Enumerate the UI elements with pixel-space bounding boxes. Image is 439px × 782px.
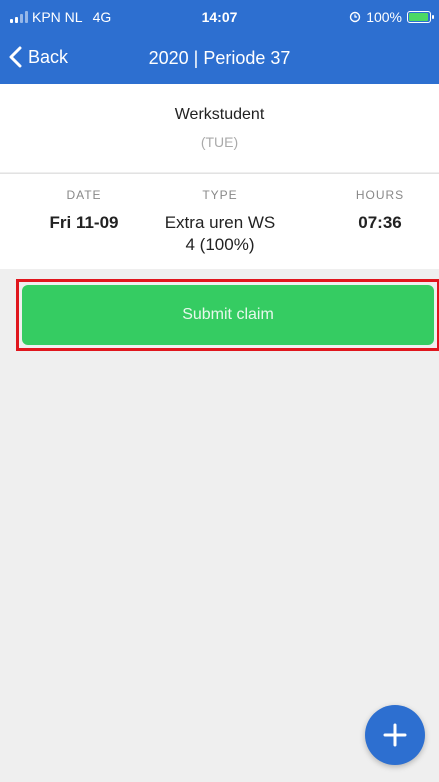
type-column: TYPE Extra uren WS 4 (100%) <box>145 188 295 256</box>
hours-header: HOURS <box>355 188 405 202</box>
hours-column: HOURS 07:36 <box>330 188 430 234</box>
plus-icon <box>383 723 407 747</box>
type-line-2: 4 (100%) <box>185 235 255 254</box>
battery-percent: 100% <box>366 9 402 25</box>
alarm-icon <box>349 11 361 23</box>
date-header: DATE <box>66 188 102 202</box>
type-header: TYPE <box>202 188 238 202</box>
battery-icon <box>407 11 434 23</box>
status-right: 100% <box>349 9 434 25</box>
submit-highlight: Submit claim <box>16 279 439 351</box>
screen: KPN NL 4G 14:07 100% Back 2020 | Periode <box>0 0 439 782</box>
date-value: Fri 11-09 <box>49 213 119 232</box>
hours-entry-row[interactable]: DATE Fri 11-09 TYPE Extra uren WS 4 (100… <box>0 173 439 269</box>
type-value: Extra uren WS 4 (100%) <box>145 212 295 256</box>
nav-bar: Back 2020 | Periode 37 <box>0 36 439 84</box>
job-subtitle: (TUE) <box>200 134 239 150</box>
job-header: Werkstudent (TUE) <box>0 84 439 172</box>
hours-value: 07:36 <box>358 213 402 232</box>
add-button[interactable] <box>365 705 425 765</box>
status-bar: KPN NL 4G 14:07 100% <box>0 0 439 36</box>
battery-fill <box>409 13 428 21</box>
page-title: 2020 | Periode 37 <box>148 48 291 68</box>
date-column: DATE Fri 11-09 <box>24 188 144 234</box>
top-bar: KPN NL 4G 14:07 100% Back 2020 | Periode <box>0 0 439 84</box>
type-line-1: Extra uren WS <box>164 213 276 232</box>
submit-claim-button[interactable]: Submit claim <box>22 285 434 345</box>
job-title: Werkstudent <box>174 106 265 123</box>
